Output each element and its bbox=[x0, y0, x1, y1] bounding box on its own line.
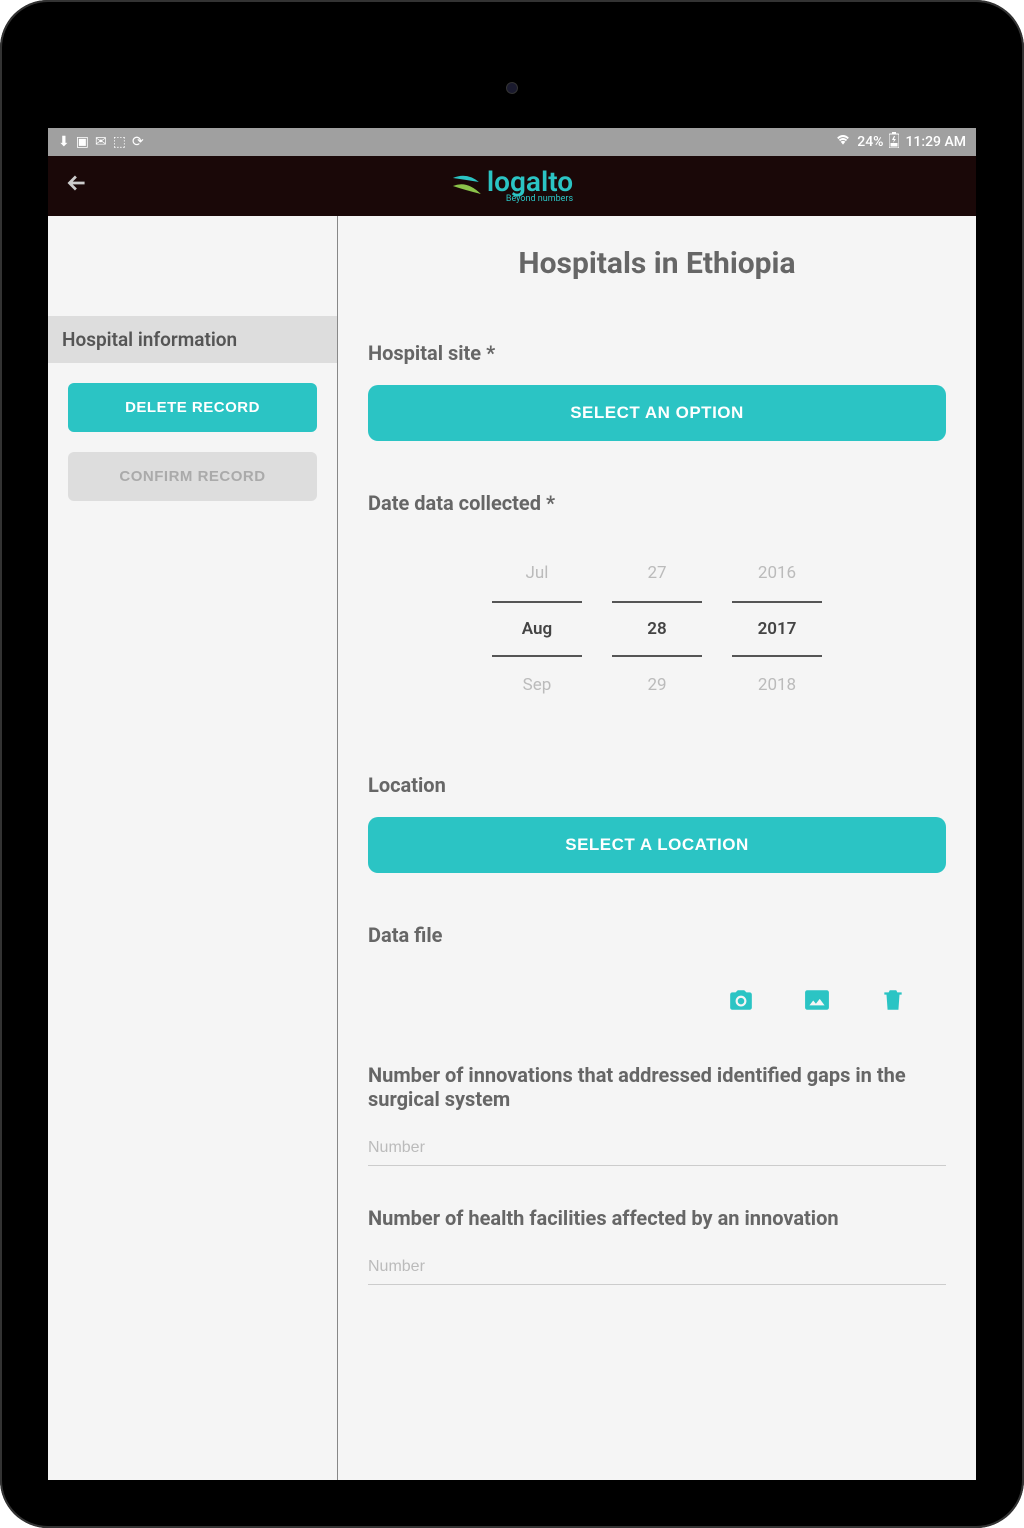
select-location-button[interactable]: SELECT A LOCATION bbox=[368, 817, 946, 873]
logo-icon bbox=[451, 172, 483, 200]
app-header: logalto Beyond numbers bbox=[48, 156, 976, 216]
sidebar: Hospital information DELETE RECORD CONFI… bbox=[48, 216, 338, 1480]
page-title: Hospitals in Ethiopia bbox=[368, 246, 946, 281]
month-next[interactable]: Sep bbox=[492, 657, 582, 713]
delete-record-button[interactable]: DELETE RECORD bbox=[68, 383, 317, 432]
tablet-inner: ⬇ ▣ ✉ ⬚ ⟳ 24% 11:29 AM bbox=[12, 12, 1012, 1516]
day-next[interactable]: 29 bbox=[612, 657, 702, 713]
date-collected-label: Date data collected * bbox=[368, 491, 946, 515]
wifi-icon bbox=[835, 133, 851, 151]
select-hospital-site-button[interactable]: SELECT AN OPTION bbox=[368, 385, 946, 441]
mail-icon: ✉ bbox=[95, 134, 107, 150]
sidebar-section-label[interactable]: Hospital information bbox=[48, 316, 337, 363]
sync-icon: ⟳ bbox=[132, 134, 144, 150]
image-icon[interactable] bbox=[804, 987, 830, 1013]
battery-icon bbox=[889, 132, 899, 152]
screenshot-icon: ▣ bbox=[76, 134, 89, 150]
trash-icon[interactable] bbox=[880, 987, 906, 1013]
status-icons-left: ⬇ ▣ ✉ ⬚ ⟳ bbox=[58, 134, 144, 150]
date-picker[interactable]: Jul Aug Sep 27 28 29 2016 20 bbox=[368, 545, 946, 713]
data-file-actions bbox=[368, 967, 946, 1053]
camera-icon[interactable] bbox=[728, 987, 754, 1013]
status-bar: ⬇ ▣ ✉ ⬚ ⟳ 24% 11:29 AM bbox=[48, 128, 976, 156]
battery-level: 24% bbox=[857, 134, 883, 150]
month-column[interactable]: Jul Aug Sep bbox=[492, 545, 582, 713]
innovations-gaps-label: Number of innovations that addressed ide… bbox=[368, 1063, 946, 1111]
year-column[interactable]: 2016 2017 2018 bbox=[732, 545, 822, 713]
year-current[interactable]: 2017 bbox=[732, 601, 822, 657]
tablet-frame: ⬇ ▣ ✉ ⬚ ⟳ 24% 11:29 AM bbox=[0, 0, 1024, 1528]
month-prev[interactable]: Jul bbox=[492, 545, 582, 601]
year-prev[interactable]: 2016 bbox=[732, 545, 822, 601]
day-current[interactable]: 28 bbox=[612, 601, 702, 657]
day-prev[interactable]: 27 bbox=[612, 545, 702, 601]
back-arrow-icon[interactable] bbox=[48, 170, 106, 203]
download-icon: ⬇ bbox=[58, 134, 70, 150]
year-next[interactable]: 2018 bbox=[732, 657, 822, 713]
location-label: Location bbox=[368, 773, 946, 797]
logo-text: logalto bbox=[487, 168, 573, 196]
clock-time: 11:29 AM bbox=[905, 134, 966, 150]
status-icons-right: 24% 11:29 AM bbox=[835, 132, 966, 152]
facilities-affected-input[interactable] bbox=[368, 1250, 946, 1285]
month-current[interactable]: Aug bbox=[492, 601, 582, 657]
hospital-site-label: Hospital site * bbox=[368, 341, 946, 365]
data-file-label: Data file bbox=[368, 923, 946, 947]
day-column[interactable]: 27 28 29 bbox=[612, 545, 702, 713]
app-icon: ⬚ bbox=[113, 134, 126, 150]
tablet-camera bbox=[506, 82, 518, 94]
logo: logalto Beyond numbers bbox=[451, 168, 573, 204]
content-area: Hospital information DELETE RECORD CONFI… bbox=[48, 216, 976, 1480]
innovations-gaps-input[interactable] bbox=[368, 1131, 946, 1166]
facilities-affected-label: Number of health facilities affected by … bbox=[368, 1206, 946, 1230]
main-panel: Hospitals in Ethiopia Hospital site * SE… bbox=[338, 216, 976, 1480]
confirm-record-button: CONFIRM RECORD bbox=[68, 452, 317, 501]
screen: ⬇ ▣ ✉ ⬚ ⟳ 24% 11:29 AM bbox=[48, 128, 976, 1480]
